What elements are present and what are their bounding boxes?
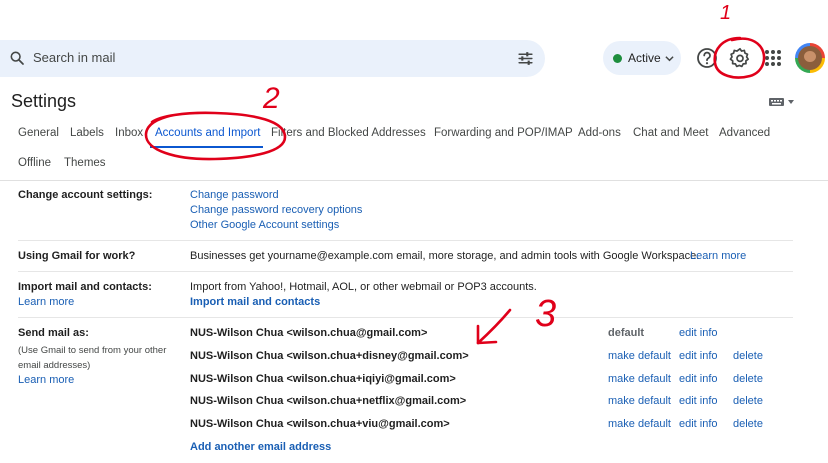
tab-accounts-and-import[interactable]: Accounts and Import (155, 127, 260, 139)
apps-grid-icon[interactable] (761, 46, 785, 70)
search-options-icon[interactable] (517, 50, 534, 67)
annotation-arrowhead (476, 324, 498, 345)
change-password-link[interactable]: Change password (190, 189, 279, 201)
page-title: Settings (11, 91, 77, 111)
make-default-link[interactable]: make default (608, 418, 671, 430)
default-badge: default (608, 327, 645, 339)
import-label: Import mail and contacts: (18, 281, 152, 293)
tab-inbox[interactable]: Inbox (115, 127, 143, 139)
active-tab-indicator (150, 146, 263, 148)
search-input[interactable]: Search in mail (33, 50, 115, 65)
gear-icon[interactable] (728, 46, 752, 70)
edit-info-link[interactable]: edit info (679, 395, 718, 407)
chevron-down-icon (665, 56, 674, 62)
keyboard-icon[interactable] (769, 97, 795, 107)
gmail-work-learn-more-link[interactable]: Learn more (690, 250, 746, 262)
divider (0, 180, 828, 181)
tab-filters[interactable]: Filters and Blocked Addresses (271, 127, 426, 139)
status-dot (613, 54, 622, 63)
send-as-address: NUS-Wilson Chua <wilson.chua+iqiyi@gmail… (190, 373, 456, 385)
help-icon[interactable] (695, 46, 719, 70)
send-as-address: NUS-Wilson Chua <wilson.chua+netflix@gma… (190, 395, 467, 407)
divider (18, 317, 793, 318)
avatar-photo (798, 46, 822, 70)
delete-link[interactable]: delete (733, 395, 763, 407)
send-as-note: (Use Gmail to send from your other email… (18, 345, 167, 371)
status-label: Active (628, 51, 661, 65)
add-email-address-link[interactable]: Add another email address (190, 441, 331, 453)
tab-labels[interactable]: Labels (70, 127, 104, 139)
send-as-label: Send mail as: (18, 327, 89, 339)
delete-link[interactable]: delete (733, 350, 763, 362)
tab-add-ons[interactable]: Add-ons (578, 127, 621, 139)
divider (18, 271, 793, 272)
make-default-link[interactable]: make default (608, 395, 671, 407)
import-learn-more-link[interactable]: Learn more (18, 296, 74, 308)
tab-offline[interactable]: Offline (18, 157, 51, 169)
tab-advanced[interactable]: Advanced (719, 127, 770, 139)
edit-info-link[interactable]: edit info (679, 418, 718, 430)
tab-themes[interactable]: Themes (64, 157, 106, 169)
annotation-number-3: 3 (535, 293, 556, 335)
send-as-address: NUS-Wilson Chua <wilson.chua+viu@gmail.c… (190, 418, 450, 430)
send-as-learn-more-link[interactable]: Learn more (18, 374, 74, 386)
divider (18, 240, 793, 241)
import-mail-link[interactable]: Import mail and contacts (190, 296, 320, 308)
gmail-work-label: Using Gmail for work? (18, 250, 136, 262)
search-bar[interactable]: Search in mail (0, 40, 545, 77)
import-text: Import from Yahoo!, Hotmail, AOL, or oth… (190, 281, 537, 293)
google-account-settings-link[interactable]: Other Google Account settings (190, 219, 339, 231)
delete-link[interactable]: delete (733, 418, 763, 430)
gmail-work-text: Businesses get yourname@example.com emai… (190, 250, 700, 262)
avatar[interactable] (795, 43, 825, 73)
make-default-link[interactable]: make default (608, 373, 671, 385)
change-recovery-link[interactable]: Change password recovery options (190, 204, 362, 216)
tab-forwarding[interactable]: Forwarding and POP/IMAP (434, 127, 573, 139)
edit-info-link[interactable]: edit info (679, 327, 718, 339)
status-dropdown[interactable]: Active (603, 41, 681, 75)
edit-info-link[interactable]: edit info (679, 350, 718, 362)
annotation-number-2: 2 (262, 82, 280, 115)
edit-info-link[interactable]: edit info (679, 373, 718, 385)
tab-general[interactable]: General (18, 127, 59, 139)
make-default-link[interactable]: make default (608, 350, 671, 362)
delete-link[interactable]: delete (733, 373, 763, 385)
send-as-address: NUS-Wilson Chua <wilson.chua+disney@gmai… (190, 350, 469, 362)
send-as-address: NUS-Wilson Chua <wilson.chua@gmail.com> (190, 327, 428, 339)
change-account-label: Change account settings: (18, 189, 153, 201)
annotation-number-1: 1 (720, 2, 731, 24)
annotation-arrow (476, 308, 512, 345)
search-icon[interactable] (9, 50, 25, 66)
tab-chat-and-meet[interactable]: Chat and Meet (633, 127, 708, 139)
